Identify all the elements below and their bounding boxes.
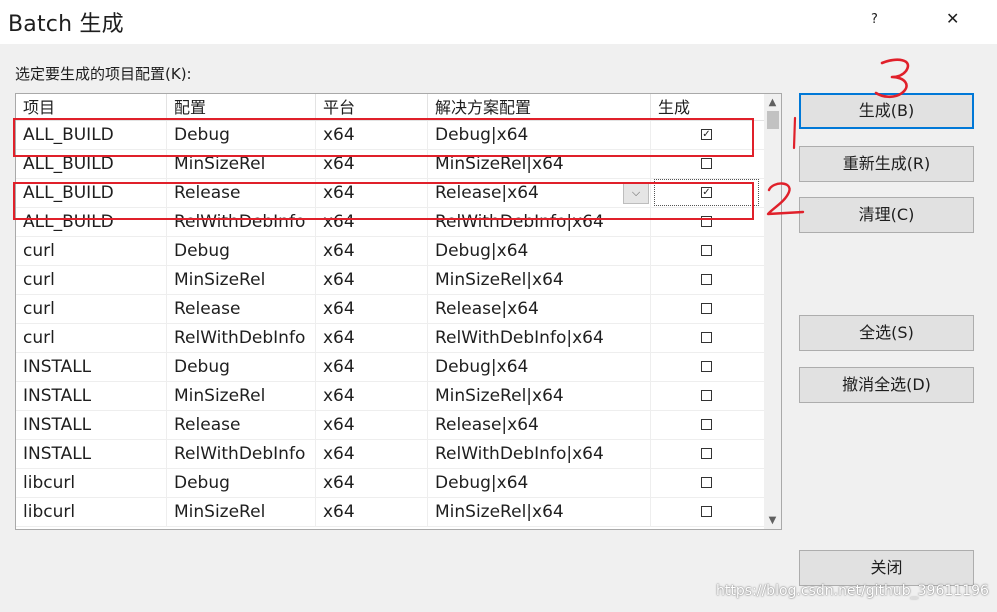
project-cell: libcurl — [16, 498, 167, 526]
annotation-mark-2 — [766, 182, 805, 216]
table-row[interactable]: curl Debug x64 Debug|x64 — [16, 237, 764, 266]
close-button[interactable]: 关闭 — [799, 550, 974, 586]
project-cell: INSTALL — [16, 411, 167, 439]
build-checkbox[interactable] — [701, 419, 712, 430]
scroll-up-icon[interactable]: ▲ — [764, 94, 781, 111]
platform-cell: x64 — [316, 411, 428, 439]
project-config-list[interactable]: 项目 配置 平台 解决方案配置 生成 ALL_BUILD Debug x64 Debu… — [15, 93, 782, 530]
column-header-project[interactable]: 项目 — [16, 94, 167, 120]
solution-config-cell: RelWithDebInfo|x64 — [428, 324, 651, 352]
config-cell: RelWithDebInfo — [167, 324, 316, 352]
table-row[interactable]: libcurl Debug x64 Debug|x64 — [16, 469, 764, 498]
build-checkbox[interactable] — [701, 448, 712, 459]
build-cell — [651, 498, 764, 526]
title-bar: Batch 生成 ? ✕ — [0, 0, 997, 44]
solution-config-cell: Debug|x64 — [428, 469, 651, 497]
platform-cell: x64 — [316, 382, 428, 410]
column-header-platform[interactable]: 平台 — [316, 94, 428, 120]
config-cell: MinSizeRel — [167, 382, 316, 410]
build-cell — [651, 295, 764, 323]
table-row[interactable]: INSTALL Debug x64 Debug|x64 — [16, 353, 764, 382]
solution-config-cell: Debug|x64 — [428, 353, 651, 381]
config-cell: MinSizeRel — [167, 498, 316, 526]
solution-config-cell: Debug|x64 — [428, 237, 651, 265]
build-checkbox[interactable] — [701, 332, 712, 343]
scrollbar-thumb[interactable] — [767, 111, 779, 129]
table-row[interactable]: INSTALL RelWithDebInfo x64 RelWithDebInfo|x… — [16, 440, 764, 469]
annotation-mark-1 — [792, 116, 797, 150]
table-row[interactable]: curl RelWithDebInfo x64 RelWithDebInfo|x64 — [16, 324, 764, 353]
solution-config-cell: RelWithDebInfo|x64 — [428, 440, 651, 468]
select-all-button[interactable]: 全选(S) — [799, 315, 974, 351]
project-cell: curl — [16, 324, 167, 352]
solution-config-cell: Release|x64 — [428, 295, 651, 323]
solution-config-cell: Release|x64 — [428, 411, 651, 439]
close-icon[interactable]: ✕ — [946, 9, 959, 28]
platform-cell: x64 — [316, 237, 428, 265]
rebuild-button[interactable]: 重新生成(R) — [799, 146, 974, 182]
build-cell — [651, 411, 764, 439]
list-prompt-label: 选定要生成的项目配置(K): — [15, 65, 192, 83]
config-cell: RelWithDebInfo — [167, 440, 316, 468]
deselect-all-button[interactable]: 撤消全选(D) — [799, 367, 974, 403]
project-cell: curl — [16, 237, 167, 265]
build-checkbox[interactable] — [701, 303, 712, 314]
build-cell — [651, 382, 764, 410]
platform-cell: x64 — [316, 295, 428, 323]
column-header-solution-config[interactable]: 解决方案配置 — [428, 94, 651, 120]
platform-cell: x64 — [316, 440, 428, 468]
config-cell: Release — [167, 295, 316, 323]
clean-button[interactable]: 清理(C) — [799, 197, 974, 233]
annotation-box-2 — [13, 182, 754, 220]
platform-cell: x64 — [316, 266, 428, 294]
table-row[interactable]: curl MinSizeRel x64 MinSizeRel|x64 — [16, 266, 764, 295]
build-checkbox[interactable] — [701, 477, 712, 488]
config-cell: Release — [167, 411, 316, 439]
column-header-build[interactable]: 生成 — [651, 94, 764, 120]
platform-cell: x64 — [316, 469, 428, 497]
table-row[interactable]: INSTALL MinSizeRel x64 MinSizeRel|x64 — [16, 382, 764, 411]
table-row[interactable]: INSTALL Release x64 Release|x64 — [16, 411, 764, 440]
build-checkbox[interactable] — [701, 361, 712, 372]
project-cell: libcurl — [16, 469, 167, 497]
watermark-text: https://blog.csdn.net/github_39611196 — [716, 583, 989, 599]
config-cell: Debug — [167, 353, 316, 381]
build-cell — [651, 324, 764, 352]
build-checkbox[interactable] — [701, 390, 712, 401]
annotation-box-1 — [13, 118, 754, 157]
build-checkbox[interactable] — [701, 274, 712, 285]
scroll-down-icon[interactable]: ▼ — [764, 512, 781, 529]
build-cell — [651, 440, 764, 468]
project-cell: curl — [16, 266, 167, 294]
config-cell: Debug — [167, 469, 316, 497]
solution-config-cell: MinSizeRel|x64 — [428, 266, 651, 294]
table-row[interactable]: libcurl MinSizeRel x64 MinSizeRel|x64 — [16, 498, 764, 527]
platform-cell: x64 — [316, 353, 428, 381]
platform-cell: x64 — [316, 498, 428, 526]
help-button[interactable]: ? — [871, 12, 878, 27]
platform-cell: x64 — [316, 324, 428, 352]
table-row[interactable]: curl Release x64 Release|x64 — [16, 295, 764, 324]
project-cell: INSTALL — [16, 382, 167, 410]
column-header-config[interactable]: 配置 — [167, 94, 316, 120]
annotation-mark-3 — [874, 58, 910, 99]
window-title: Batch 生成 — [8, 12, 124, 37]
project-cell: INSTALL — [16, 440, 167, 468]
build-cell — [651, 266, 764, 294]
project-cell: INSTALL — [16, 353, 167, 381]
build-checkbox[interactable] — [701, 506, 712, 517]
solution-config-cell: MinSizeRel|x64 — [428, 498, 651, 526]
vertical-scrollbar[interactable]: ▲ ▼ — [764, 94, 781, 529]
build-cell — [651, 237, 764, 265]
config-cell: MinSizeRel — [167, 266, 316, 294]
build-cell — [651, 353, 764, 381]
build-checkbox[interactable] — [701, 158, 712, 169]
project-cell: curl — [16, 295, 167, 323]
config-cell: Debug — [167, 237, 316, 265]
build-cell — [651, 469, 764, 497]
list-header: 项目 配置 平台 解决方案配置 生成 — [16, 94, 764, 121]
build-checkbox[interactable] — [701, 245, 712, 256]
solution-config-cell: MinSizeRel|x64 — [428, 382, 651, 410]
